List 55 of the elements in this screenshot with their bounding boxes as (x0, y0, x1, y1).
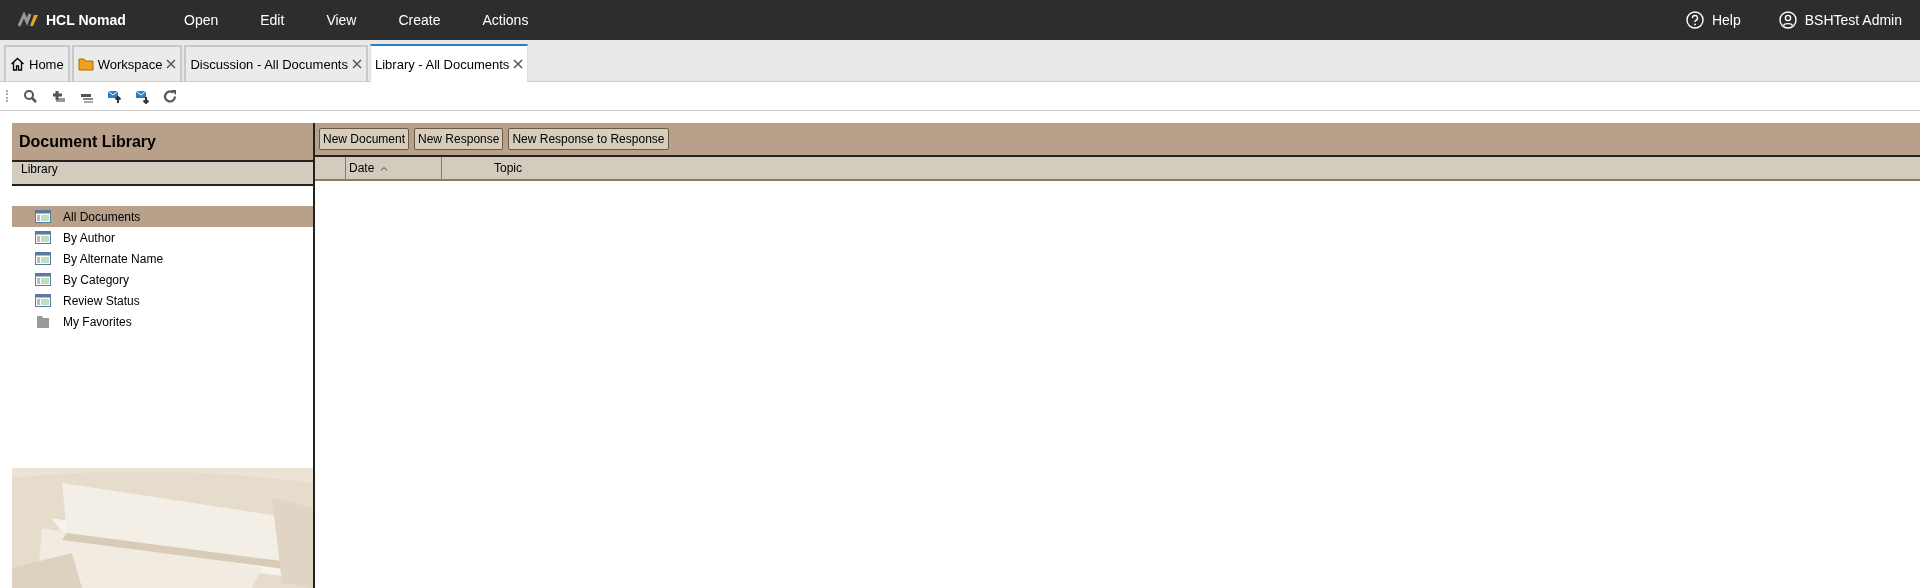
tab-label[interactable]: Workspace (97, 56, 163, 72)
nav-label[interactable]: By Alternate Name (63, 251, 164, 266)
table-view-icon (35, 294, 51, 307)
table-view-icon (35, 252, 51, 265)
folder-icon (77, 57, 94, 71)
nav-item[interactable]: By Author (12, 227, 313, 248)
tab[interactable]: Discussion - All Documents (184, 45, 368, 81)
panel-title: Document Library (12, 123, 313, 162)
envelope-down-icon[interactable] (135, 88, 150, 104)
tab-label[interactable]: Library - All Documents (375, 56, 510, 72)
menu-item[interactable]: Actions (461, 12, 550, 28)
home-icon (10, 57, 25, 71)
menu-item[interactable]: Create (377, 12, 462, 28)
nav-item[interactable]: My Favorites (12, 311, 313, 332)
menu-item[interactable]: Edit (239, 12, 306, 28)
sort-ascending-icon (380, 165, 389, 171)
tab[interactable]: Library - All Documents (370, 44, 529, 82)
nav-label[interactable]: By Author (63, 230, 116, 245)
logo-icon (18, 12, 40, 28)
tab-label[interactable]: Discussion - All Documents (190, 56, 348, 72)
envelope-up-icon[interactable] (107, 88, 122, 104)
table-view-icon (35, 231, 51, 244)
nav-label[interactable]: All Documents (63, 209, 141, 224)
table-view-icon (35, 273, 51, 286)
column-header[interactable]: Date (349, 161, 375, 175)
search-icon[interactable] (23, 88, 38, 104)
nav-label[interactable]: My Favorites (63, 314, 132, 329)
action-button[interactable]: New Response (414, 128, 504, 150)
menu-item[interactable]: Open (163, 12, 240, 28)
nav-item[interactable]: All Documents (12, 206, 313, 227)
help-icon[interactable] (1685, 11, 1704, 29)
nav-label[interactable]: Review Status (63, 293, 140, 308)
refresh-icon[interactable] (163, 88, 178, 104)
tab-label[interactable]: Home (29, 56, 64, 72)
header-link[interactable]: Help (1711, 12, 1741, 28)
plus-stack-icon[interactable] (51, 88, 66, 104)
user-icon[interactable] (1778, 11, 1797, 29)
menu-item[interactable]: View (305, 12, 378, 28)
header-link[interactable]: BSHTest Admin (1804, 12, 1902, 28)
tab[interactable]: Home (4, 45, 70, 81)
section-header: Library (12, 162, 313, 186)
close-icon[interactable] (352, 59, 362, 69)
nav-item[interactable]: By Category (12, 269, 313, 290)
close-icon[interactable] (513, 59, 524, 69)
app-name: HCL Nomad (46, 12, 126, 28)
action-button[interactable]: New Document (319, 128, 410, 150)
folder-icon (35, 315, 51, 328)
nav-label[interactable]: By Category (63, 272, 130, 287)
table-view-icon (35, 210, 51, 223)
action-button[interactable]: New Response to Response (508, 128, 669, 150)
close-icon[interactable] (166, 59, 177, 69)
nav-item[interactable]: Review Status (12, 290, 313, 311)
tab[interactable]: Workspace (71, 45, 183, 81)
nav-item[interactable]: By Alternate Name (12, 248, 313, 269)
column-header[interactable]: Topic (494, 161, 522, 175)
